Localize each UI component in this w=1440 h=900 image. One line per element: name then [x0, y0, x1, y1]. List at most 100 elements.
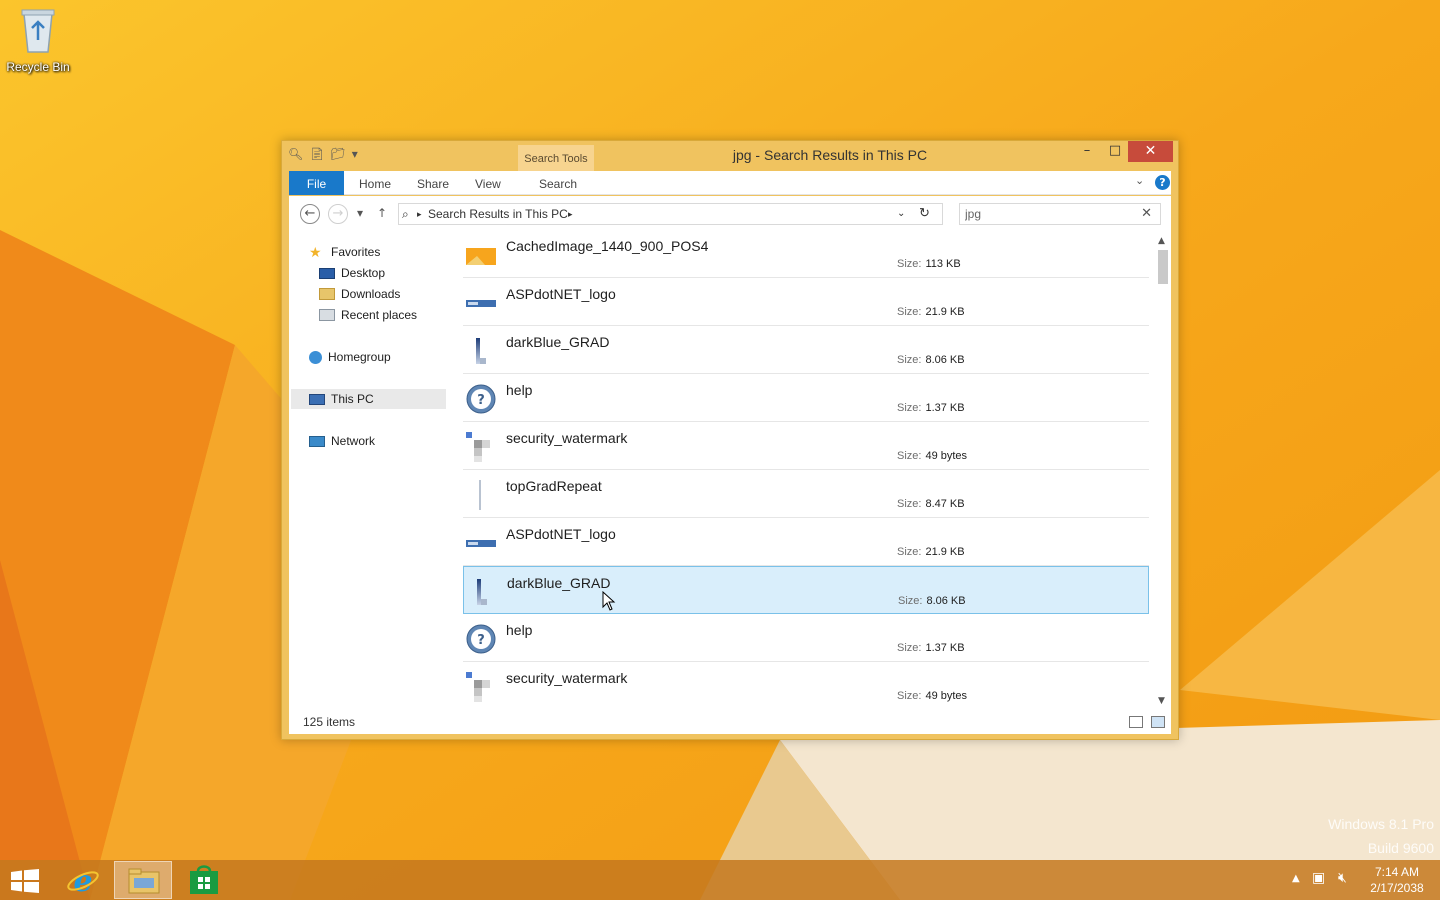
gradient-line-thumb-icon [479, 480, 481, 510]
maximize-button[interactable]: □ [1102, 141, 1128, 162]
large-icons-view-icon[interactable] [1151, 716, 1165, 728]
list-item[interactable]: darkBlue_GRAD Size: 8.06 KB [463, 326, 1149, 374]
tab-search[interactable]: Search [539, 171, 577, 195]
taskbar: e ▲ ▣ 🔇︎ 7:14 AM 2/17/2038 [0, 860, 1440, 900]
content-area: ★ Favorites Desktop Downloads Recent pla… [289, 230, 1171, 712]
search-app-icon: 🔍︎ [288, 147, 304, 161]
recent-places-icon [319, 309, 335, 321]
scroll-up-icon[interactable]: ▲ [1158, 236, 1165, 246]
start-button[interactable] [0, 861, 50, 899]
computer-icon [309, 393, 325, 405]
nav-downloads[interactable]: Downloads [319, 284, 400, 304]
file-size: Size: 113 KB [897, 258, 961, 270]
nav-this-pc-label: This PC [331, 392, 374, 406]
new-folder-qat-icon[interactable]: 📁︎ [330, 147, 345, 161]
vertical-scrollbar[interactable]: ▲ ▼ [1155, 230, 1171, 712]
list-item-selected[interactable]: darkBlue_GRAD Size: 8.06 KB [463, 566, 1149, 614]
recent-locations-icon[interactable]: ▾ [357, 206, 363, 220]
taskbar-internet-explorer[interactable]: e [54, 861, 112, 899]
list-item[interactable]: ? help Size: 1.37 KB [463, 614, 1149, 662]
windows-logo-icon [11, 869, 39, 893]
file-size: Size: 49 bytes [897, 690, 967, 702]
back-button[interactable]: ← [300, 204, 320, 224]
file-size: Size: 21.9 KB [897, 546, 965, 558]
file-size-value: 1.37 KB [925, 642, 965, 654]
properties-qat-icon[interactable]: 📄︎ [309, 147, 324, 161]
file-name: help [506, 622, 533, 638]
aspnet-logo-thumb-icon [466, 300, 496, 307]
file-size-key: Size: [897, 498, 922, 510]
nav-favorites[interactable]: ★ Favorites [309, 242, 380, 262]
svg-text:?: ? [477, 393, 485, 408]
list-item[interactable]: ASPdotNET_logo Size: 21.9 KB [463, 518, 1149, 566]
nav-this-pc[interactable]: This PC [291, 389, 446, 409]
file-size-value: 49 bytes [925, 450, 968, 462]
taskbar-file-explorer[interactable] [114, 861, 172, 899]
file-size-value: 8.47 KB [925, 498, 965, 510]
file-name: ASPdotNET_logo [506, 526, 616, 542]
star-icon: ★ [309, 244, 322, 260]
file-name: security_watermark [506, 670, 628, 686]
address-dropdown-icon[interactable]: ⌄ [897, 208, 905, 219]
quick-access-toolbar: 🔍︎ 📄︎ 📁︎ ▾ [288, 147, 358, 161]
breadcrumb-separator-icon[interactable]: ▸ [417, 209, 422, 220]
volume-muted-icon[interactable]: 🔇︎ [1338, 870, 1347, 900]
file-size-value: 113 KB [925, 258, 961, 270]
list-item[interactable]: CachedImage_1440_900_POS4 Size: 113 KB [463, 230, 1149, 278]
watermark-thumb-icon [466, 432, 490, 462]
minimize-button[interactable]: – [1074, 141, 1100, 162]
list-item[interactable]: security_watermark Size: 49 bytes [463, 662, 1149, 710]
scroll-thumb[interactable] [1158, 250, 1168, 284]
aspnet-logo-thumb-icon [466, 540, 496, 547]
network-status-icon[interactable]: ▣ [1312, 870, 1325, 900]
taskbar-store[interactable] [176, 861, 234, 899]
downloads-folder-icon [319, 288, 335, 300]
nav-network[interactable]: Network [309, 431, 375, 451]
list-item[interactable]: ? help Size: 1.37 KB [463, 374, 1149, 422]
tab-file[interactable]: File [289, 171, 344, 195]
details-view-icon[interactable] [1129, 716, 1143, 728]
desktop-icon [319, 267, 335, 279]
nav-homegroup[interactable]: Homegroup [309, 347, 391, 367]
file-size-value: 21.9 KB [925, 546, 965, 558]
file-name: topGradRepeat [506, 478, 602, 494]
tab-share[interactable]: Share [417, 171, 449, 195]
nav-desktop-label: Desktop [341, 266, 386, 280]
list-item[interactable]: topGradRepeat Size: 8.47 KB [463, 470, 1149, 518]
file-size: Size: 49 bytes [897, 450, 967, 462]
search-tools-context-tab[interactable]: Search Tools [518, 145, 594, 171]
breadcrumb[interactable]: Search Results in This PC [428, 207, 568, 221]
nav-recent-label: Recent places [341, 308, 418, 322]
recycle-bin-shortcut[interactable]: Recycle Bin [4, 6, 72, 74]
customize-qat-icon[interactable]: ▾ [352, 147, 358, 161]
nav-recent-places[interactable]: Recent places [319, 305, 417, 325]
file-size-key: Size: [897, 354, 922, 366]
refresh-icon[interactable]: ↻ [919, 205, 930, 221]
close-button[interactable]: ✕ [1128, 141, 1173, 162]
list-item[interactable]: ASPdotNET_logo Size: 21.9 KB [463, 278, 1149, 326]
show-hidden-icons-icon[interactable]: ▲ [1292, 873, 1300, 900]
up-button[interactable]: ↑ [377, 206, 387, 220]
help-icon[interactable]: ? [1155, 175, 1170, 190]
file-size-key: Size: [897, 306, 922, 318]
nav-desktop[interactable]: Desktop [319, 263, 385, 283]
file-size-value: 49 bytes [925, 690, 968, 702]
taskbar-clock[interactable]: 7:14 AM 2/17/2038 [1360, 864, 1434, 896]
list-item[interactable]: security_watermark Size: 49 bytes [463, 422, 1149, 470]
homegroup-icon [309, 350, 322, 364]
title-bar[interactable]: 🔍︎ 📄︎ 📁︎ ▾ Search Tools jpg - Search Res… [282, 141, 1178, 171]
cached-image-thumb-icon [466, 248, 496, 265]
tab-home[interactable]: Home [359, 171, 391, 195]
search-box[interactable]: ✕ [959, 203, 1161, 225]
svg-text:?: ? [477, 633, 485, 648]
forward-button[interactable]: → [328, 204, 348, 224]
clear-search-icon[interactable]: ✕ [1141, 206, 1152, 221]
tab-view[interactable]: View [475, 171, 501, 195]
ribbon-tabs: File Home Share View Search ⌄ ? [289, 171, 1171, 195]
breadcrumb-chevron-icon[interactable]: ▸ [568, 209, 573, 220]
search-input[interactable] [965, 207, 1135, 221]
nav-network-label: Network [331, 434, 376, 448]
address-bar[interactable]: ⌕ ▸ Search Results in This PC ▸ ⌄ ↻ [398, 203, 943, 225]
expand-ribbon-icon[interactable]: ⌄ [1135, 174, 1144, 187]
scroll-down-icon[interactable]: ▼ [1158, 696, 1165, 706]
